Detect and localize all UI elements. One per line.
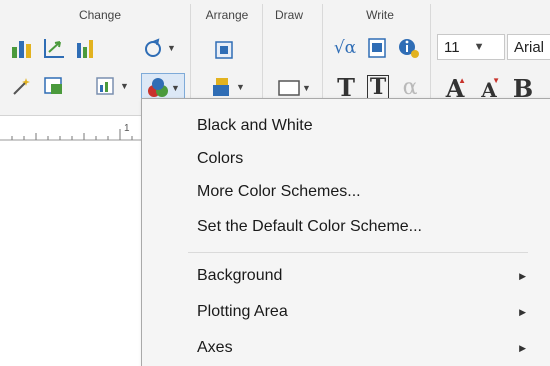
submenu-arrow-icon: ▶ <box>519 271 526 281</box>
info-icon <box>399 39 419 58</box>
group-divider <box>190 4 191 108</box>
group-label-arrange: Arrange <box>205 8 249 22</box>
axes-switch-icon <box>44 39 64 58</box>
rotate-icon <box>145 38 162 57</box>
submenu-plotting-area[interactable]: Plotting Area <box>197 303 288 321</box>
magic-wand-icon <box>13 78 30 95</box>
alpha-icon: α <box>402 74 418 100</box>
horizontal-ruler: 1 <box>0 117 148 153</box>
data-series-button[interactable] <box>72 34 100 62</box>
chevron-down-icon: ▼ <box>171 83 180 93</box>
series-chart-icon <box>77 40 93 58</box>
grow-arrow-icon: ▲ <box>458 76 466 85</box>
submenu-axes[interactable]: Axes <box>197 339 233 357</box>
formula-button[interactable]: √α <box>330 34 360 62</box>
group-divider <box>430 4 431 108</box>
document-icon <box>368 38 386 58</box>
group-label-write: Write <box>366 8 394 22</box>
shrink-arrow-icon: ▼ <box>492 76 500 85</box>
rectangle-icon <box>278 80 300 96</box>
submenu-background[interactable]: Background <box>197 267 282 285</box>
word-object-button[interactable] <box>364 34 390 62</box>
chart-elements-icon <box>96 77 114 95</box>
font-name-value: Arial <box>514 38 545 56</box>
group-divider <box>322 4 323 108</box>
submenu-arrow-icon: ▶ <box>519 307 526 317</box>
color-palette-icon <box>148 78 169 97</box>
formula-icon: √α <box>333 38 357 58</box>
group-label-draw: Draw <box>274 8 303 22</box>
effects-button[interactable] <box>8 72 36 100</box>
arrange-icon <box>215 41 233 59</box>
menu-item-black-and-white[interactable]: Black and White <box>197 117 313 135</box>
chevron-down-icon: ▼ <box>236 82 245 92</box>
rotate-3d-button[interactable]: ▼ <box>136 34 182 62</box>
font-size-select[interactable]: 11 ▼ <box>437 34 505 60</box>
submenu-arrow-icon: ▶ <box>519 343 526 353</box>
chevron-down-icon: ▼ <box>302 83 311 93</box>
info-button[interactable] <box>394 34 424 62</box>
font-name-select[interactable]: Arial <box>507 34 550 60</box>
menu-item-set-default-scheme[interactable]: Set the Default Color Scheme... <box>197 218 422 236</box>
ruler-label: 1 <box>124 123 130 134</box>
image-icon <box>44 77 62 94</box>
chart-type-button[interactable] <box>8 34 36 62</box>
font-size-value: 11 <box>444 38 460 56</box>
group-label-change: Change <box>78 8 122 22</box>
arrange-button[interactable] <box>210 36 238 64</box>
insert-image-button[interactable] <box>40 72 68 100</box>
group-divider <box>262 4 263 108</box>
chart-elements-button[interactable]: ▼ <box>92 72 132 100</box>
switch-axes-button[interactable] <box>40 34 68 62</box>
position-icon <box>213 78 230 96</box>
bar-chart-icon <box>12 41 31 58</box>
menu-item-colors[interactable]: Colors <box>197 150 243 168</box>
color-schemes-menu: Black and White Colors More Color Scheme… <box>141 98 550 366</box>
chevron-down-icon: ▼ <box>120 81 129 91</box>
chevron-down-icon: ▼ <box>167 43 176 53</box>
chevron-down-icon: ▼ <box>473 41 485 53</box>
screen: { "ribbon": { "groups": { "change": "Cha… <box>0 0 550 366</box>
text-box-icon: T <box>366 75 390 99</box>
menu-separator <box>188 252 528 253</box>
menu-item-more-color-schemes[interactable]: More Color Schemes... <box>197 183 361 201</box>
